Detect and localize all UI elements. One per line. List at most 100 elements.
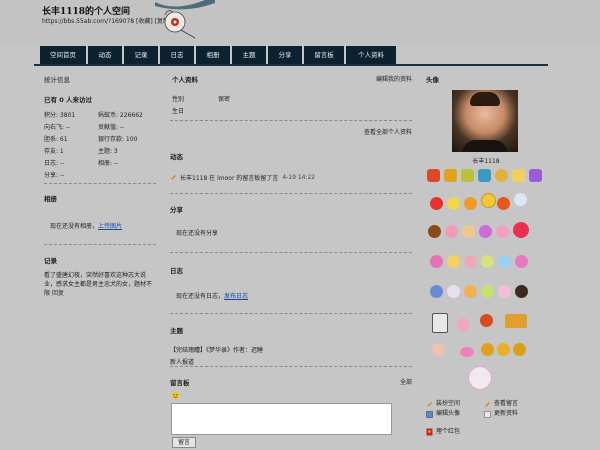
medal-icon[interactable]: [505, 314, 527, 328]
red-packet-icon: [426, 428, 433, 436]
medal-icon[interactable]: [445, 225, 458, 238]
heart-icon[interactable]: [513, 222, 529, 238]
medal-icon[interactable]: [447, 285, 460, 298]
medal-icon[interactable]: [481, 255, 494, 268]
medal-icon[interactable]: [432, 313, 448, 333]
gender-value: 保密: [218, 96, 231, 103]
medal-icon[interactable]: [432, 343, 445, 356]
medal-icon[interactable]: [447, 197, 460, 210]
medal-icon[interactable]: [497, 343, 510, 356]
stats-table: 积分: 3801 蚂蚁币: 226662 向右飞: -- 贡献值: -- 胆系: 6…: [44, 112, 143, 179]
profile-heading: 个人资料: [172, 76, 198, 84]
nav-topic[interactable]: 主题: [232, 46, 266, 64]
upload-photo-link[interactable]: 上传图片: [98, 223, 122, 230]
medal-icon[interactable]: [430, 255, 443, 268]
medal-icon[interactable]: [447, 255, 460, 268]
view-full-profile-link[interactable]: 查看全部个人资料: [364, 129, 412, 136]
edit-profile-link[interactable]: 编辑我的资料: [376, 74, 412, 83]
visited-count: 已有 0 人来访过: [44, 96, 93, 104]
medal-icon[interactable]: [498, 285, 511, 298]
topic-heading: 主题: [170, 327, 183, 335]
decorate-space-link[interactable]: 装扮空间: [436, 399, 460, 409]
share-heading: 分享: [170, 206, 183, 214]
record-reply-link[interactable]: 回复: [52, 290, 64, 297]
mascot-icon: [155, 0, 215, 39]
feed-item-text[interactable]: 长丰1118 在 lmoor 的留言板留了言: [180, 173, 278, 182]
medal-icon[interactable]: [515, 285, 528, 298]
medal-icon[interactable]: [430, 285, 443, 298]
medal-icon[interactable]: [464, 197, 477, 210]
emoji-icon[interactable]: [171, 391, 180, 400]
nav-home[interactable]: 空间首页: [40, 46, 86, 64]
message-textarea[interactable]: [171, 403, 392, 435]
pencil-icon: [485, 401, 490, 407]
avatar-heading: 头像: [426, 76, 439, 84]
medal-icon[interactable]: [479, 225, 492, 238]
medal-icon[interactable]: [468, 366, 492, 390]
medal-icon[interactable]: [427, 169, 440, 182]
medal-icon[interactable]: [444, 169, 457, 182]
pencil-icon: [171, 175, 176, 180]
album-section: 相册 现在还没有相册，上传图片: [44, 193, 156, 230]
stats-heading: 统计信息: [44, 76, 70, 84]
medal-icon[interactable]: [481, 343, 494, 356]
board-section: 留言板 全部: [170, 377, 412, 389]
topic-subtitle: 新人报道: [170, 359, 195, 366]
medal-icon[interactable]: [430, 197, 443, 210]
blog-section: 日志 现在还没有日志，发布日志: [170, 265, 412, 300]
topic-title[interactable]: 【完结璁醴】《梦华录》作者：迟睡: [170, 345, 412, 354]
medal-icon[interactable]: [480, 314, 493, 327]
feed-heading: 动态: [170, 153, 183, 161]
nav-record[interactable]: 记录: [124, 46, 158, 64]
medal-icon[interactable]: [464, 255, 477, 268]
medal-icon[interactable]: [464, 285, 477, 298]
medal-icon[interactable]: [529, 169, 542, 182]
nav-feed[interactable]: 动态: [88, 46, 122, 64]
image-icon: [426, 410, 433, 418]
pencil-icon: [427, 401, 432, 407]
avatar-name: 长丰1118: [472, 158, 500, 165]
medal-icon[interactable]: [515, 255, 528, 268]
record-section: 记录 看了盛唐幻夜，突然好喜欢这种志大说业，感求女主都是男主忠犬的女，题材不限 …: [44, 255, 156, 298]
divider: [44, 244, 156, 245]
nav-board[interactable]: 留言板: [304, 46, 344, 64]
medal-icon[interactable]: [481, 193, 496, 208]
gender-label: 性别: [172, 96, 185, 103]
medal-icon[interactable]: [481, 285, 494, 298]
medal-icon[interactable]: [496, 225, 509, 238]
heart-icon[interactable]: [460, 347, 474, 357]
view-messages-link[interactable]: 查看留言: [494, 399, 518, 409]
medal-icon[interactable]: [428, 225, 441, 238]
right-column: 头像: [424, 74, 548, 90]
nav-album[interactable]: 相册: [196, 46, 230, 64]
medal-icon[interactable]: [498, 255, 511, 268]
edit-avatar-link[interactable]: 编辑头像: [436, 409, 460, 419]
feed-item-time: 4-19 14:22: [282, 174, 316, 181]
blog-empty-text: 现在还没有日志，: [176, 293, 225, 300]
avatar[interactable]: [452, 90, 518, 152]
space-url[interactable]: https://bbs.55ab.com/?169078 [收藏] [复制]: [42, 16, 171, 25]
medal-icon[interactable]: [462, 225, 475, 238]
action-links: 装扮空间 查看留言 编辑头像 更新资料 埋个红包: [426, 399, 550, 437]
nav-profile[interactable]: 个人资料: [346, 46, 396, 64]
left-column: 统计信息 已有 0 人来访过 积分: 3801 蚂蚁币: 226662 向右飞: …: [44, 74, 156, 182]
nav-share[interactable]: 分享: [268, 46, 302, 64]
medal-icon[interactable]: [497, 197, 510, 210]
publish-blog-link[interactable]: 发布日志: [224, 293, 248, 300]
red-packet-link[interactable]: 埋个红包: [436, 427, 460, 437]
medal-icon[interactable]: [495, 169, 508, 182]
medal-icon[interactable]: [478, 169, 491, 182]
board-heading: 留言板: [170, 379, 190, 387]
medal-icon[interactable]: [457, 318, 470, 331]
medal-icon[interactable]: [512, 169, 525, 182]
medal-icon[interactable]: [461, 169, 474, 182]
medal-icon[interactable]: [513, 343, 526, 356]
submit-message-button[interactable]: 留言: [172, 437, 196, 448]
nav-blog[interactable]: 日志: [160, 46, 194, 64]
album-empty-text: 现在还没有相册，: [50, 223, 99, 230]
medal-icon[interactable]: [514, 193, 527, 206]
topic-section: 主题 【完结璁醴】《梦华录》作者：迟睡 新人报道: [170, 325, 412, 366]
nav-underline: [34, 64, 548, 66]
update-profile-link[interactable]: 更新资料: [494, 409, 518, 419]
board-all-link[interactable]: 全部: [400, 377, 412, 386]
